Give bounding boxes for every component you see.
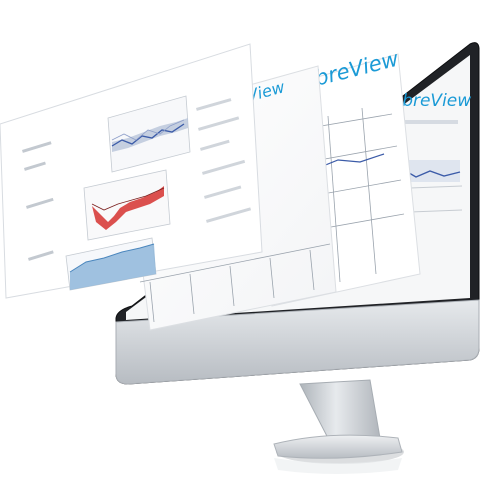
monitor-stand: [273, 379, 404, 464]
scene-svg: LibreView LibreView: [0, 42, 480, 474]
libreview-monitor-illustration: LibreView LibreView: [0, 0, 500, 500]
